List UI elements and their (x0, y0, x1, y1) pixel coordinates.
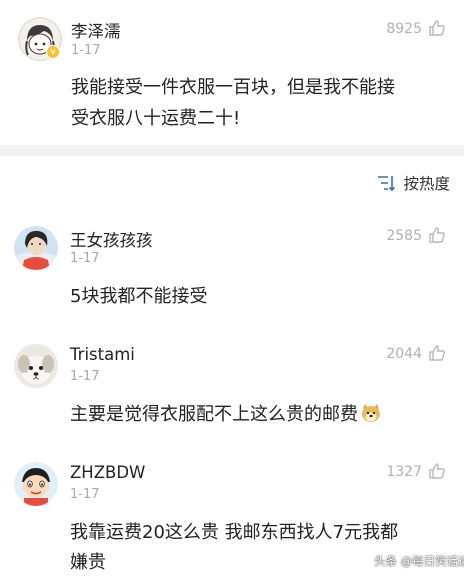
thumbs-up-icon[interactable] (428, 462, 446, 480)
thumbs-up-icon[interactable] (428, 19, 446, 37)
avatar[interactable] (14, 344, 58, 388)
comment-date: 1-17 (70, 487, 100, 502)
original-post: v 李泽濡 1-17 8925 我能接受一件衣服一百块，但是我不能接 受衣服八十… (0, 0, 464, 145)
thumbs-up-icon[interactable] (428, 226, 446, 244)
comment-date: 1-17 (70, 251, 100, 266)
comment-like-count[interactable]: 1327 (386, 464, 422, 480)
sort-by-hot-button[interactable]: 按热度 (377, 172, 450, 194)
post-username[interactable]: 李泽濡 (71, 18, 121, 42)
comment-text: 5块我都不能接受 (70, 286, 208, 307)
post-text-line-1: 我能接受一件衣服一百块，但是我不能接 (71, 77, 395, 98)
post-text-line-2: 受衣服八十运费二十! (71, 108, 241, 129)
comment-text: 主要是觉得衣服配不上这么贵的邮费 (70, 404, 358, 425)
sort-icon (377, 174, 397, 192)
comment-like-count[interactable]: 2585 (386, 228, 422, 244)
post-like-count[interactable]: 8925 (386, 21, 422, 37)
comment-text-line-2: 嫌贵 (70, 552, 106, 573)
doge-emoji-icon (360, 402, 382, 422)
verified-badge-icon: v (46, 45, 60, 59)
avatar[interactable] (14, 462, 58, 506)
avatar[interactable] (14, 226, 58, 270)
comment-username[interactable]: Tristami (70, 345, 135, 364)
comment-text-line: 主要是觉得衣服配不上这么贵的邮费 (70, 399, 382, 430)
comment-date: 1-17 (70, 369, 100, 384)
section-divider (0, 145, 464, 156)
sort-label: 按热度 (403, 175, 450, 193)
comment-username[interactable]: ZHZBDW (70, 463, 145, 482)
watermark: 头条 @每日笑话选集 (374, 554, 464, 568)
comment-like-count[interactable]: 2044 (386, 346, 422, 362)
comment-text-line-1: 我靠运费20这么贵 我邮东西找人7元我都 (70, 522, 399, 543)
post-date: 1-17 (71, 43, 101, 58)
thumbs-up-icon[interactable] (428, 344, 446, 362)
comment-username[interactable]: 王女孩孩孩 (70, 227, 153, 251)
